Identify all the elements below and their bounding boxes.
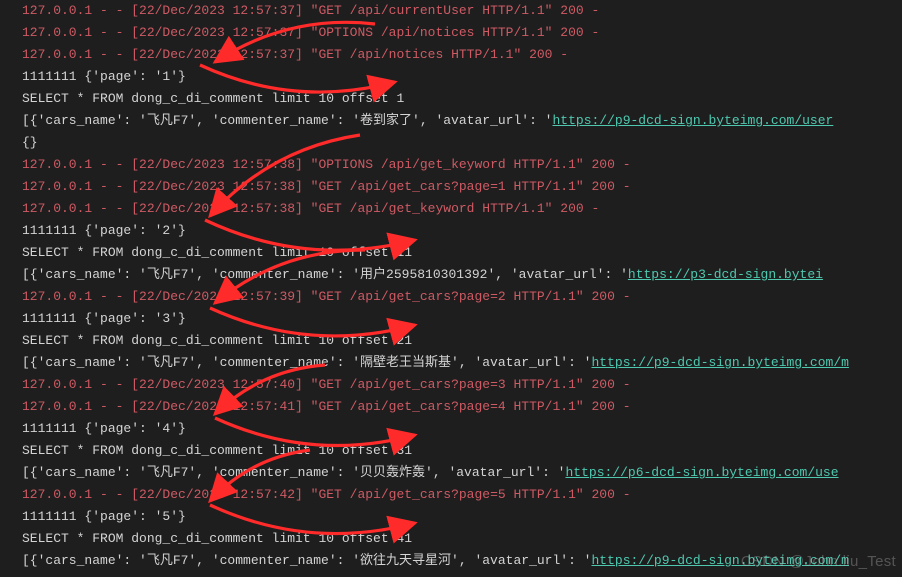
http-request-line: 127.0.0.1 - - [22/Dec/2023 12:57:38] "GE… (22, 179, 631, 194)
console-line: {} (22, 132, 902, 154)
console-line: 1111111 {'page': '5'} (22, 506, 902, 528)
console-line: [{'cars_name': '飞凡F7', 'commenter_name':… (22, 550, 902, 572)
record-prefix: [{'cars_name': '飞凡F7', 'commenter_name':… (22, 355, 591, 370)
http-request-line: 127.0.0.1 - - [22/Dec/2023 12:57:38] "GE… (22, 201, 599, 216)
console-line: 127.0.0.1 - - [22/Dec/2023 12:57:42] "GE… (22, 484, 902, 506)
console-line: [{'cars_name': '飞凡F7', 'commenter_name':… (22, 110, 902, 132)
console-line: SELECT * FROM dong_c_di_comment limit 10… (22, 440, 902, 462)
record-url[interactable]: https://p6-dcd-sign.byteimg.com/use (565, 465, 838, 480)
console-line: 1111111 {'page': '1'} (22, 66, 902, 88)
record-prefix: [{'cars_name': '飞凡F7', 'commenter_name':… (22, 113, 552, 128)
record-prefix: [{'cars_name': '飞凡F7', 'commenter_name':… (22, 267, 628, 282)
http-request-line: 127.0.0.1 - - [22/Dec/2023 12:57:40] "GE… (22, 377, 631, 392)
record-url[interactable]: https://p9-dcd-sign.byteimg.com/user (552, 113, 833, 128)
console-line: [{'cars_name': '飞凡F7', 'commenter_name':… (22, 462, 902, 484)
http-request-line: 127.0.0.1 - - [22/Dec/2023 12:57:38] "OP… (22, 157, 631, 172)
console-line: 127.0.0.1 - - [22/Dec/2023 12:57:40] "GE… (22, 374, 902, 396)
record-url[interactable]: https://p9-dcd-sign.byteimg.com/m (591, 553, 848, 568)
console-line: 1111111 {'page': '2'} (22, 220, 902, 242)
console-line: 1111111 {'page': '4'} (22, 418, 902, 440)
console-line: 127.0.0.1 - - [22/Dec/2023 12:57:38] "GE… (22, 176, 902, 198)
http-request-line: 127.0.0.1 - - [22/Dec/2023 12:57:39] "GE… (22, 289, 631, 304)
http-request-line: 127.0.0.1 - - [22/Dec/2023 12:57:37] "GE… (22, 47, 568, 62)
console-line: SELECT * FROM dong_c_di_comment limit 10… (22, 88, 902, 110)
http-request-line: 127.0.0.1 - - [22/Dec/2023 12:57:37] "OP… (22, 25, 599, 40)
console-line: SELECT * FROM dong_c_di_comment limit 10… (22, 242, 902, 264)
http-request-line: 127.0.0.1 - - [22/Dec/2023 12:57:42] "GE… (22, 487, 631, 502)
console-line: 127.0.0.1 - - [22/Dec/2023 12:57:37] "OP… (22, 22, 902, 44)
console-line: 127.0.0.1 - - [22/Dec/2023 12:57:39] "GE… (22, 286, 902, 308)
http-request-line: 127.0.0.1 - - [22/Dec/2023 12:57:37] "GE… (22, 3, 599, 18)
console-line: 127.0.0.1 - - [22/Dec/2023 12:57:37] "GE… (22, 44, 902, 66)
console-line: 127.0.0.1 - - [22/Dec/2023 12:57:41] "GE… (22, 396, 902, 418)
console-output: 127.0.0.1 - - [22/Dec/2023 12:57:37] "GE… (22, 0, 902, 572)
console-line: SELECT * FROM dong_c_di_comment limit 10… (22, 528, 902, 550)
record-prefix: [{'cars_name': '飞凡F7', 'commenter_name':… (22, 553, 591, 568)
console-line: 127.0.0.1 - - [22/Dec/2023 12:57:38] "OP… (22, 154, 902, 176)
record-url[interactable]: https://p3-dcd-sign.bytei (628, 267, 823, 282)
record-prefix: [{'cars_name': '飞凡F7', 'commenter_name':… (22, 465, 565, 480)
console-line: 127.0.0.1 - - [22/Dec/2023 12:57:37] "GE… (22, 0, 902, 22)
http-request-line: 127.0.0.1 - - [22/Dec/2023 12:57:41] "GE… (22, 399, 631, 414)
console-line: [{'cars_name': '飞凡F7', 'commenter_name':… (22, 264, 902, 286)
console-line: 127.0.0.1 - - [22/Dec/2023 12:57:38] "GE… (22, 198, 902, 220)
record-url[interactable]: https://p9-dcd-sign.byteimg.com/m (591, 355, 848, 370)
console-line: SELECT * FROM dong_c_di_comment limit 10… (22, 330, 902, 352)
console-line: [{'cars_name': '飞凡F7', 'commenter_name':… (22, 352, 902, 374)
console-line: 1111111 {'page': '3'} (22, 308, 902, 330)
